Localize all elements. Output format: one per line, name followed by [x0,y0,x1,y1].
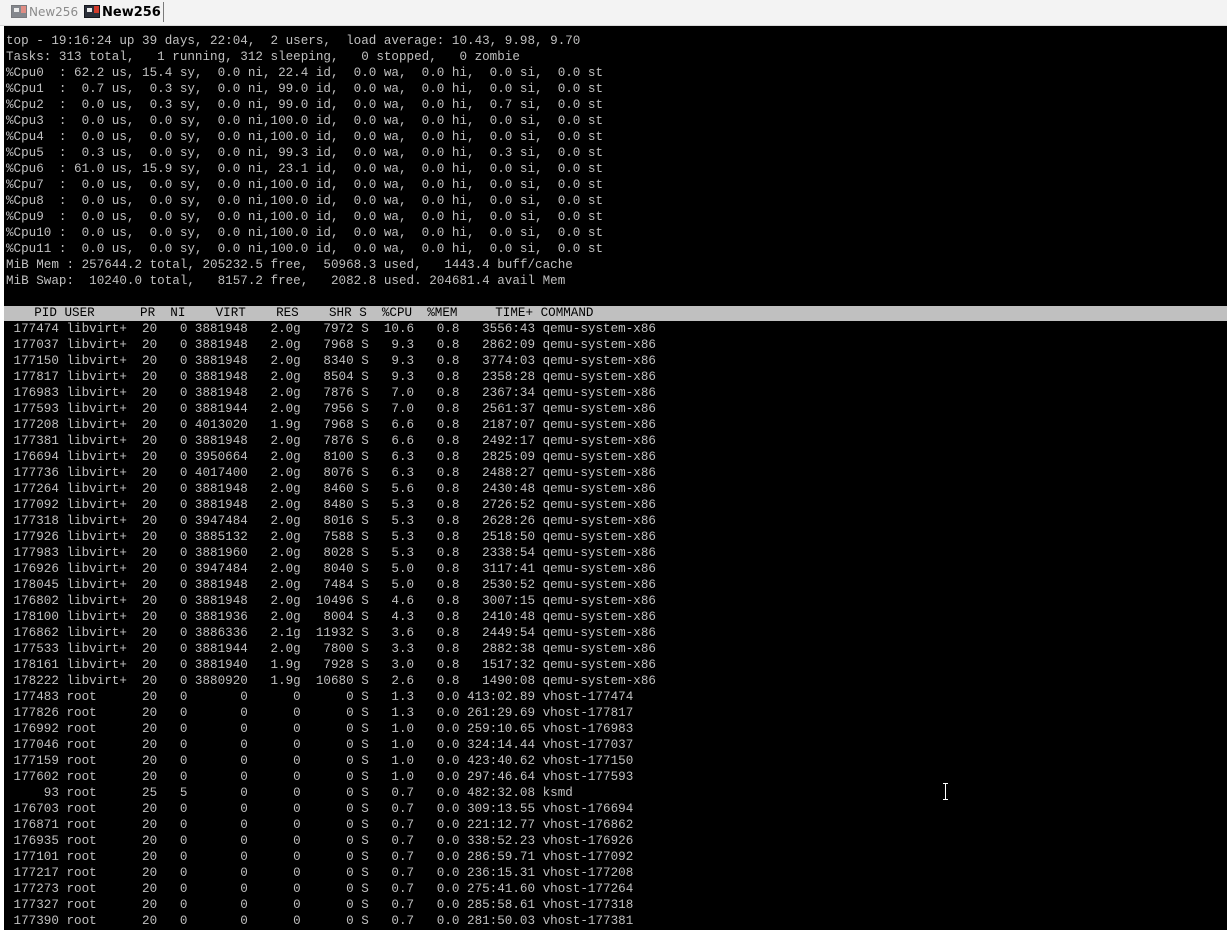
table-row: 176694 libvirt+ 20 0 3950664 2.0g 8100 S… [6,450,656,464]
summary-line: MiB Swap: 10240.0 total, 8157.2 free, 20… [6,274,566,288]
summary-line: %Cpu9 : 0.0 us, 0.0 sy, 0.0 ni,100.0 id,… [6,210,604,224]
table-row: 177037 libvirt+ 20 0 3881948 2.0g 7968 S… [6,338,656,352]
summary-line: MiB Mem : 257644.2 total, 205232.5 free,… [6,258,573,272]
summary-line: %Cpu0 : 62.2 us, 15.4 sy, 0.0 ni, 22.4 i… [6,66,604,80]
table-row: 177273 root 20 0 0 0 0 S 0.7 0.0 275:41.… [6,882,634,896]
table-row: 176992 root 20 0 0 0 0 S 1.0 0.0 259:10.… [6,722,634,736]
session-tab-active[interactable]: New256 [79,2,164,22]
summary-line: %Cpu11 : 0.0 us, 0.0 sy, 0.0 ni,100.0 id… [6,242,604,256]
table-row: 177602 root 20 0 0 0 0 S 1.0 0.0 297:46.… [6,770,634,784]
table-row: 93 root 25 5 0 0 0 S 0.7 0.0 482:32.08 k… [6,786,573,800]
summary-line: %Cpu5 : 0.3 us, 0.0 sy, 0.0 ni, 99.3 id,… [6,146,604,160]
summary-line: %Cpu2 : 0.0 us, 0.3 sy, 0.0 ni, 99.0 id,… [6,98,604,112]
session-tab[interactable]: New256 [6,2,81,22]
summary-line: %Cpu8 : 0.0 us, 0.0 sy, 0.0 ni,100.0 id,… [6,194,604,208]
table-row: 177318 libvirt+ 20 0 3947484 2.0g 8016 S… [6,514,656,528]
summary-line: %Cpu3 : 0.0 us, 0.0 sy, 0.0 ni,100.0 id,… [6,114,604,128]
summary-line: %Cpu4 : 0.0 us, 0.0 sy, 0.0 ni,100.0 id,… [6,130,604,144]
table-row: 177593 libvirt+ 20 0 3881944 2.0g 7956 S… [6,402,656,416]
table-row: 177736 libvirt+ 20 0 4017400 2.0g 8076 S… [6,466,656,480]
table-row: 177474 libvirt+ 20 0 3881948 2.0g 7972 S… [6,322,656,336]
table-row: 177390 root 20 0 0 0 0 S 0.7 0.0 281:50.… [6,914,634,928]
terminal-pane[interactable]: top - 19:16:24 up 39 days, 22:04, 2 user… [4,26,1227,930]
summary-line: %Cpu6 : 61.0 us, 15.9 sy, 0.0 ni, 23.1 i… [6,162,604,176]
process-table: 177474 libvirt+ 20 0 3881948 2.0g 7972 S… [6,321,656,929]
table-row: 177926 libvirt+ 20 0 3885132 2.0g 7588 S… [6,530,656,544]
table-row: 177101 root 20 0 0 0 0 S 0.7 0.0 286:59.… [6,850,634,864]
summary-line: %Cpu1 : 0.7 us, 0.3 sy, 0.0 ni, 99.0 id,… [6,82,604,96]
summary-line: top - 19:16:24 up 39 days, 22:04, 2 user… [6,34,581,48]
process-table-header: PID USER PR NI VIRT RES SHR S %CPU %MEM … [4,306,1227,321]
session-tab-bar: New256 New256 [0,0,1227,26]
tab-label: New256 [102,5,161,20]
table-row: 176983 libvirt+ 20 0 3881948 2.0g 7876 S… [6,386,656,400]
tab-label: New256 [29,5,79,19]
table-row: 177817 libvirt+ 20 0 3881948 2.0g 8504 S… [6,370,656,384]
text-i-beam-cursor [941,783,951,800]
table-row: 176703 root 20 0 0 0 0 S 0.7 0.0 309:13.… [6,802,634,816]
table-row: 177826 root 20 0 0 0 0 S 1.3 0.0 261:29.… [6,706,634,720]
table-row: 177264 libvirt+ 20 0 3881948 2.0g 8460 S… [6,482,656,496]
table-row: 176871 root 20 0 0 0 0 S 0.7 0.0 221:12.… [6,818,634,832]
summary-line: %Cpu7 : 0.0 us, 0.0 sy, 0.0 ni,100.0 id,… [6,178,604,192]
table-row: 176926 libvirt+ 20 0 3947484 2.0g 8040 S… [6,562,656,576]
table-row: 177217 root 20 0 0 0 0 S 0.7 0.0 236:15.… [6,866,634,880]
summary-line: %Cpu10 : 0.0 us, 0.0 sy, 0.0 ni,100.0 id… [6,226,604,240]
table-row: 177983 libvirt+ 20 0 3881960 2.0g 8028 S… [6,546,656,560]
table-row: 177046 root 20 0 0 0 0 S 1.0 0.0 324:14.… [6,738,634,752]
table-row: 178161 libvirt+ 20 0 3881940 1.9g 7928 S… [6,658,656,672]
table-row: 177208 libvirt+ 20 0 4013020 1.9g 7968 S… [6,418,656,432]
table-row: 178100 libvirt+ 20 0 3881936 2.0g 8004 S… [6,610,656,624]
terminal-session-icon [10,4,27,19]
table-row: 178222 libvirt+ 20 0 3880920 1.9g 10680 … [6,674,656,688]
table-row: 176802 libvirt+ 20 0 3881948 2.0g 10496 … [6,594,656,608]
summary-line: Tasks: 313 total, 1 running, 312 sleepin… [6,50,520,64]
table-row: 176862 libvirt+ 20 0 3886336 2.1g 11932 … [6,626,656,640]
table-row: 177533 libvirt+ 20 0 3881944 2.0g 7800 S… [6,642,656,656]
table-row: 177381 libvirt+ 20 0 3881948 2.0g 7876 S… [6,434,656,448]
table-row: 177483 root 20 0 0 0 0 S 1.3 0.0 413:02.… [6,690,634,704]
table-row: 178045 libvirt+ 20 0 3881948 2.0g 7484 S… [6,578,656,592]
table-row: 177150 libvirt+ 20 0 3881948 2.0g 8340 S… [6,354,656,368]
table-row: 177327 root 20 0 0 0 0 S 0.7 0.0 285:58.… [6,898,634,912]
table-row: 176935 root 20 0 0 0 0 S 0.7 0.0 338:52.… [6,834,634,848]
table-row: 177159 root 20 0 0 0 0 S 1.0 0.0 423:40.… [6,754,634,768]
top-summary: top - 19:16:24 up 39 days, 22:04, 2 user… [6,33,603,289]
table-row: 177092 libvirt+ 20 0 3881948 2.0g 8480 S… [6,498,656,512]
terminal-session-icon [83,4,100,19]
